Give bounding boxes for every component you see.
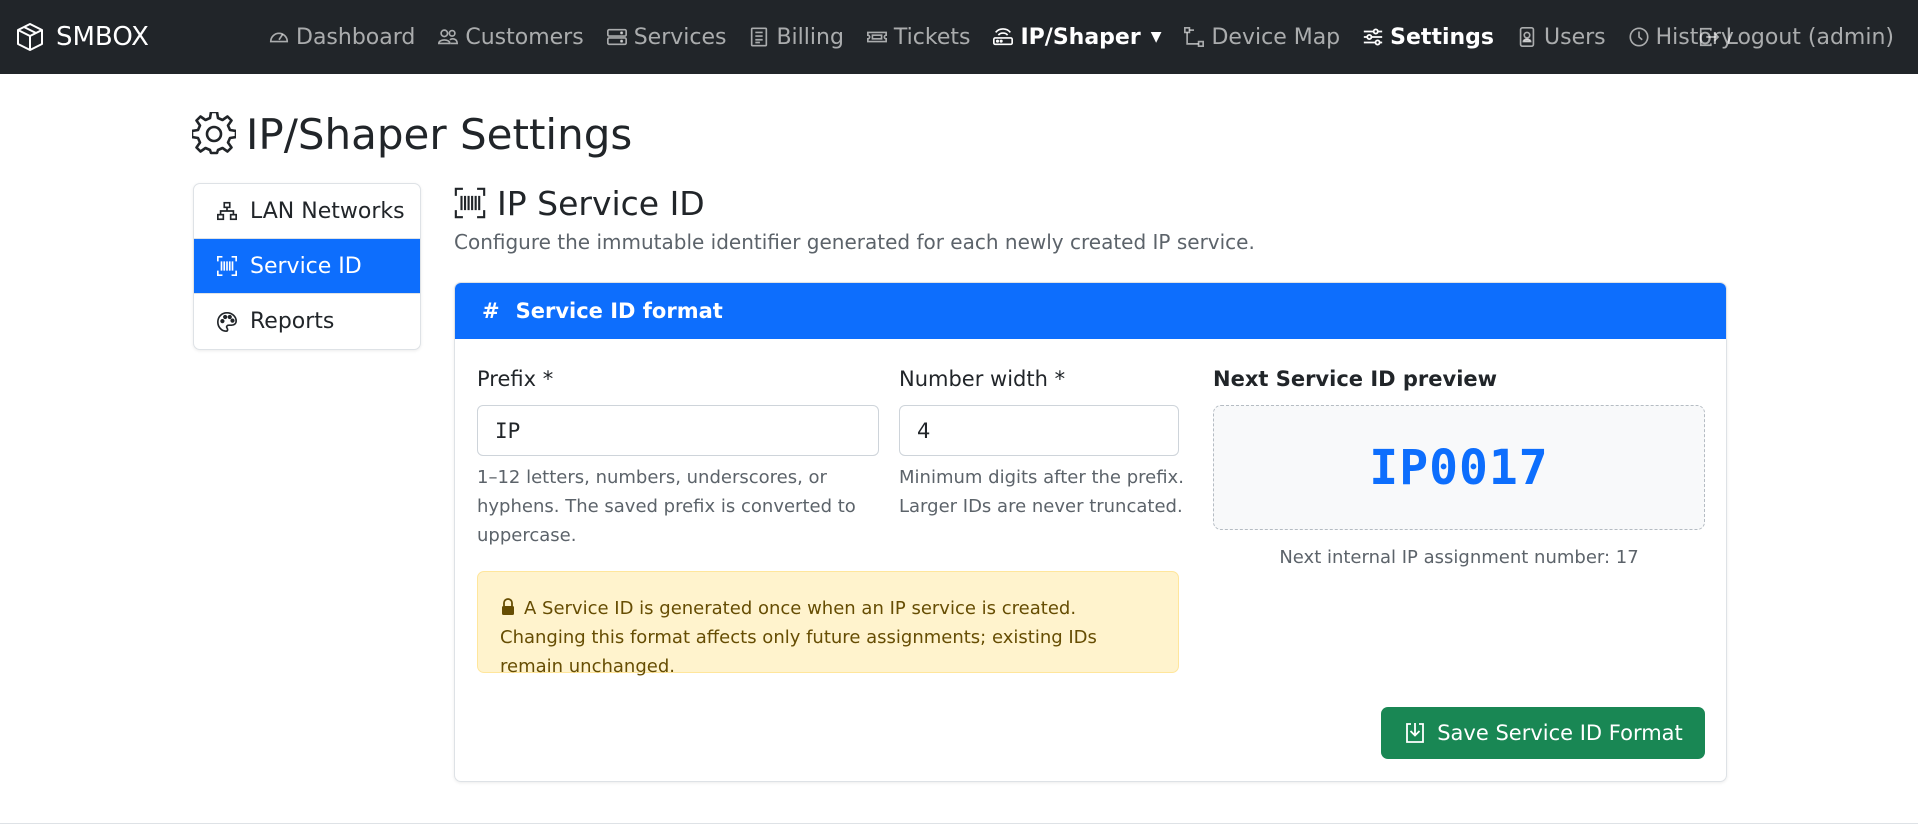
- page-title: IP/Shaper Settings: [192, 108, 632, 160]
- page-title-text: IP/Shaper Settings: [246, 109, 633, 159]
- sidebar-item-label: Service ID: [250, 253, 362, 279]
- download-box-icon: [1406, 723, 1425, 743]
- speedometer-icon: [269, 32, 289, 43]
- immutable-id-warning-alert: A Service ID is generated once when an I…: [477, 571, 1179, 677]
- diagram-icon: [1184, 27, 1205, 47]
- logout-link[interactable]: Logout (admin): [1698, 20, 1894, 54]
- nav-links: Dashboard Customers Services Billing Tic…: [268, 20, 1756, 54]
- nav-item-users[interactable]: Users: [1516, 25, 1606, 50]
- nav-label: IP/Shaper: [1020, 24, 1141, 50]
- nav-label: Customers: [465, 24, 584, 50]
- prefix-help-text: 1–12 letters, numbers, underscores, or h…: [477, 467, 856, 546]
- next-assignment-number-note: Next internal IP assignment number: 17: [1279, 547, 1639, 568]
- nav-item-dashboard[interactable]: Dashboard: [268, 25, 415, 50]
- clock-history-icon: [1629, 27, 1649, 47]
- save-button-label: Save Service ID Format: [1437, 721, 1683, 745]
- nav-label: Settings: [1390, 24, 1495, 50]
- nav-label: Dashboard: [296, 24, 416, 50]
- sidebar-item-label: LAN Networks: [250, 198, 405, 224]
- number-width-help-text: Minimum digits after the prefix. Larger …: [899, 467, 1184, 517]
- brand-name: SMBOX: [56, 22, 149, 52]
- lock-icon: [502, 598, 514, 615]
- prefix-label: Prefix *: [477, 367, 554, 391]
- logout-label: Logout (admin): [1725, 24, 1894, 50]
- nav-item-settings[interactable]: Settings: [1362, 25, 1494, 50]
- nav-item-tickets[interactable]: Tickets: [866, 24, 971, 50]
- preview-label: Next Service ID preview: [1213, 367, 1498, 391]
- section-title: IP Service ID: [453, 183, 705, 223]
- sliders-icon: [1363, 28, 1383, 46]
- nav-label: Device Map: [1211, 24, 1341, 50]
- section-title-text: IP Service ID: [497, 183, 705, 223]
- nav-item-ip-shaper-dropdown[interactable]: IP/Shaper ▼: [992, 25, 1161, 50]
- person-badge-icon: [1519, 27, 1535, 47]
- hdd-stack-icon: [606, 28, 627, 46]
- upc-scan-icon: [217, 256, 237, 276]
- diagram-3-icon: [217, 201, 237, 221]
- nav-label: Billing: [776, 24, 844, 50]
- top-navbar: SMBOX Dashboard Customers Services Billi…: [0, 0, 1918, 74]
- brand-link[interactable]: SMBOX: [14, 20, 149, 54]
- box-arrow-right-icon: [1699, 27, 1719, 47]
- footer-divider: [0, 823, 1918, 824]
- nav-label: Services: [633, 24, 727, 50]
- upc-scan-icon: [454, 187, 486, 219]
- receipt-icon: [751, 27, 768, 47]
- people-icon: [438, 29, 459, 45]
- alert-text: A Service ID is generated once when an I…: [500, 598, 1097, 677]
- ticket-icon: [866, 31, 887, 43]
- service-id-format-card: # Service ID format Prefix * IP 1–12 let…: [454, 282, 1727, 782]
- number-width-label: Number width *: [899, 367, 1066, 391]
- nav-label: Tickets: [893, 24, 971, 50]
- save-service-id-format-button[interactable]: Save Service ID Format: [1381, 707, 1705, 759]
- router-icon: [993, 28, 1014, 46]
- service-id-preview-box: IP0017: [1213, 405, 1705, 530]
- settings-sidebar: LAN Networks Service ID Reports: [193, 183, 421, 350]
- sidebar-item-reports[interactable]: Reports: [194, 294, 420, 349]
- nav-item-services[interactable]: Services: [606, 24, 727, 50]
- nav-item-device-map[interactable]: Device Map: [1183, 25, 1340, 50]
- gear-icon: [192, 112, 236, 155]
- sidebar-item-service-id[interactable]: Service ID: [194, 239, 420, 294]
- box-icon: [17, 23, 43, 51]
- palette-icon: [217, 311, 237, 332]
- nav-item-billing[interactable]: Billing: [748, 24, 844, 50]
- nav-item-customers[interactable]: Customers: [437, 24, 584, 50]
- service-id-preview-value: IP0017: [1369, 439, 1549, 496]
- section-description: Configure the immutable identifier gener…: [454, 230, 1255, 254]
- caret-down-icon: ▼: [1150, 29, 1162, 45]
- prefix-input[interactable]: IP: [477, 405, 879, 456]
- sidebar-item-lan-networks[interactable]: LAN Networks: [194, 184, 420, 239]
- number-width-input[interactable]: 4: [899, 405, 1179, 456]
- nav-label: Users: [1544, 24, 1606, 50]
- sidebar-item-label: Reports: [250, 309, 335, 334]
